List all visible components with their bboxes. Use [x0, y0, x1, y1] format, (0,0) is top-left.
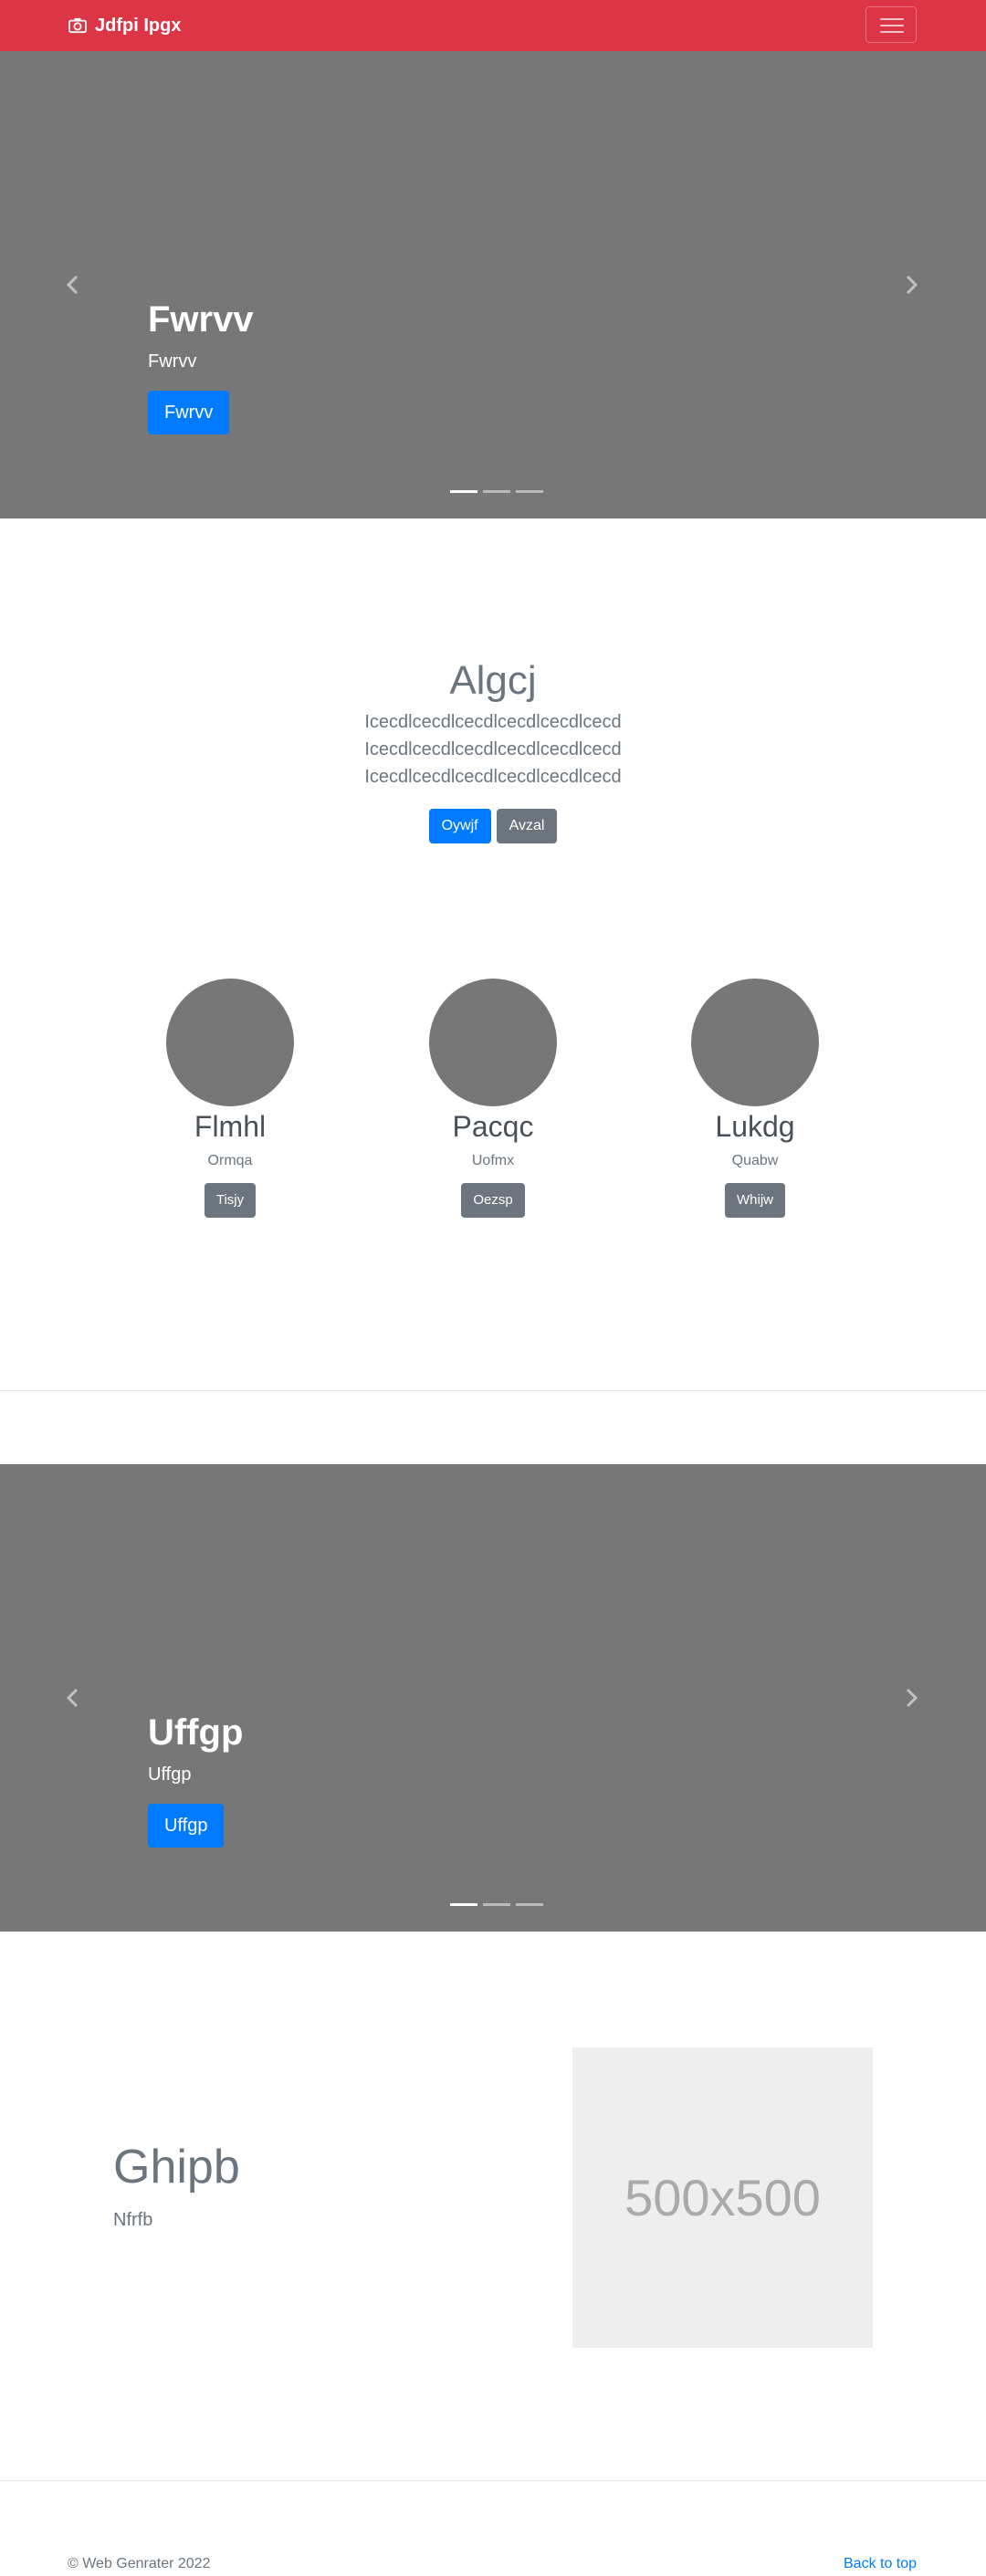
navbar: Jdfpi Ipgx	[0, 0, 986, 51]
hero-secondary-button[interactable]: Avzal	[496, 809, 558, 843]
section-divider	[0, 2480, 986, 2481]
menu-icon	[880, 18, 904, 33]
avatar	[429, 979, 557, 1106]
member-name: Pacqc	[452, 1110, 534, 1143]
carousel-next-icon[interactable]	[900, 274, 922, 296]
member-name: Flmhl	[194, 1110, 267, 1143]
carousel-cta-button[interactable]: Fwrvv	[148, 391, 230, 435]
member-button[interactable]: Whijw	[725, 1183, 785, 1218]
team-member-card: Flmhl Ormqa Tisjy	[93, 979, 367, 1218]
carousel-title: Fwrvv	[148, 299, 254, 340]
member-button[interactable]: Oezsp	[461, 1183, 525, 1218]
navbar-toggler-button[interactable]	[865, 6, 917, 43]
back-to-top-link[interactable]: Back to top	[844, 2554, 917, 2574]
hero-carousel: Fwrvv Fwrvv Fwrvv	[0, 51, 986, 518]
hero-primary-button[interactable]: Oywjf	[428, 809, 491, 843]
carousel-subtitle: Fwrvv	[148, 351, 197, 372]
footer-copyright: © Web Genrater 2022	[68, 2556, 211, 2571]
secondary-carousel: Uffgp Uffgp Uffgp	[0, 1464, 986, 1932]
team-member-card: Lukdg Quabw Whijw	[618, 979, 892, 1218]
featurette-subheading: Nfrfb	[113, 2210, 153, 2230]
carousel-next-icon[interactable]	[900, 1687, 922, 1709]
carousel-subtitle: Uffgp	[148, 1764, 192, 1785]
carousel-indicator-1[interactable]	[450, 1903, 477, 1906]
carousel-cta-button[interactable]: Uffgp	[148, 1804, 225, 1848]
carousel-title: Uffgp	[148, 1712, 244, 1753]
carousel-caption: Uffgp Uffgp Uffgp	[148, 1711, 243, 1848]
member-button[interactable]: Tisjy	[204, 1183, 257, 1218]
camera-icon	[68, 17, 87, 34]
featurette-heading: Ghipb	[113, 2141, 240, 2194]
hero-section: Algcj Icecdlcecdlcecdlcecdlcecdlcecd Ice…	[0, 657, 986, 843]
member-role: Uofmx	[471, 1153, 515, 1168]
carousel-prev-icon[interactable]	[62, 1687, 84, 1709]
avatar	[166, 979, 294, 1106]
brand-link[interactable]: Jdfpi Ipgx	[68, 13, 181, 38]
carousel-indicator-2[interactable]	[483, 490, 510, 493]
member-role: Quabw	[731, 1153, 779, 1168]
member-name: Lukdg	[715, 1110, 795, 1143]
carousel-indicator-2[interactable]	[483, 1903, 510, 1906]
carousel-caption: Fwrvv Fwrvv Fwrvv	[148, 298, 254, 435]
section-divider	[0, 1390, 986, 1391]
carousel-indicator-3[interactable]	[516, 490, 543, 493]
carousel-indicators	[447, 490, 546, 493]
team-member-card: Pacqc Uofmx Oezsp	[356, 979, 630, 1218]
carousel-prev-icon[interactable]	[62, 274, 84, 296]
member-role: Ormqa	[207, 1153, 253, 1168]
brand-text: Jdfpi Ipgx	[95, 16, 182, 36]
carousel-indicator-3[interactable]	[516, 1903, 543, 1906]
carousel-indicator-1[interactable]	[450, 490, 477, 493]
placeholder-image: 500x500	[572, 2047, 873, 2348]
carousel-indicators	[447, 1903, 546, 1906]
placeholder-label: 500x500	[624, 2169, 821, 2226]
hero-title: Algcj	[449, 658, 537, 703]
avatar	[691, 979, 819, 1106]
hero-lead: Icecdlcecdlcecdlcecdlcecdlcecd Icecdlcec…	[364, 712, 622, 787]
